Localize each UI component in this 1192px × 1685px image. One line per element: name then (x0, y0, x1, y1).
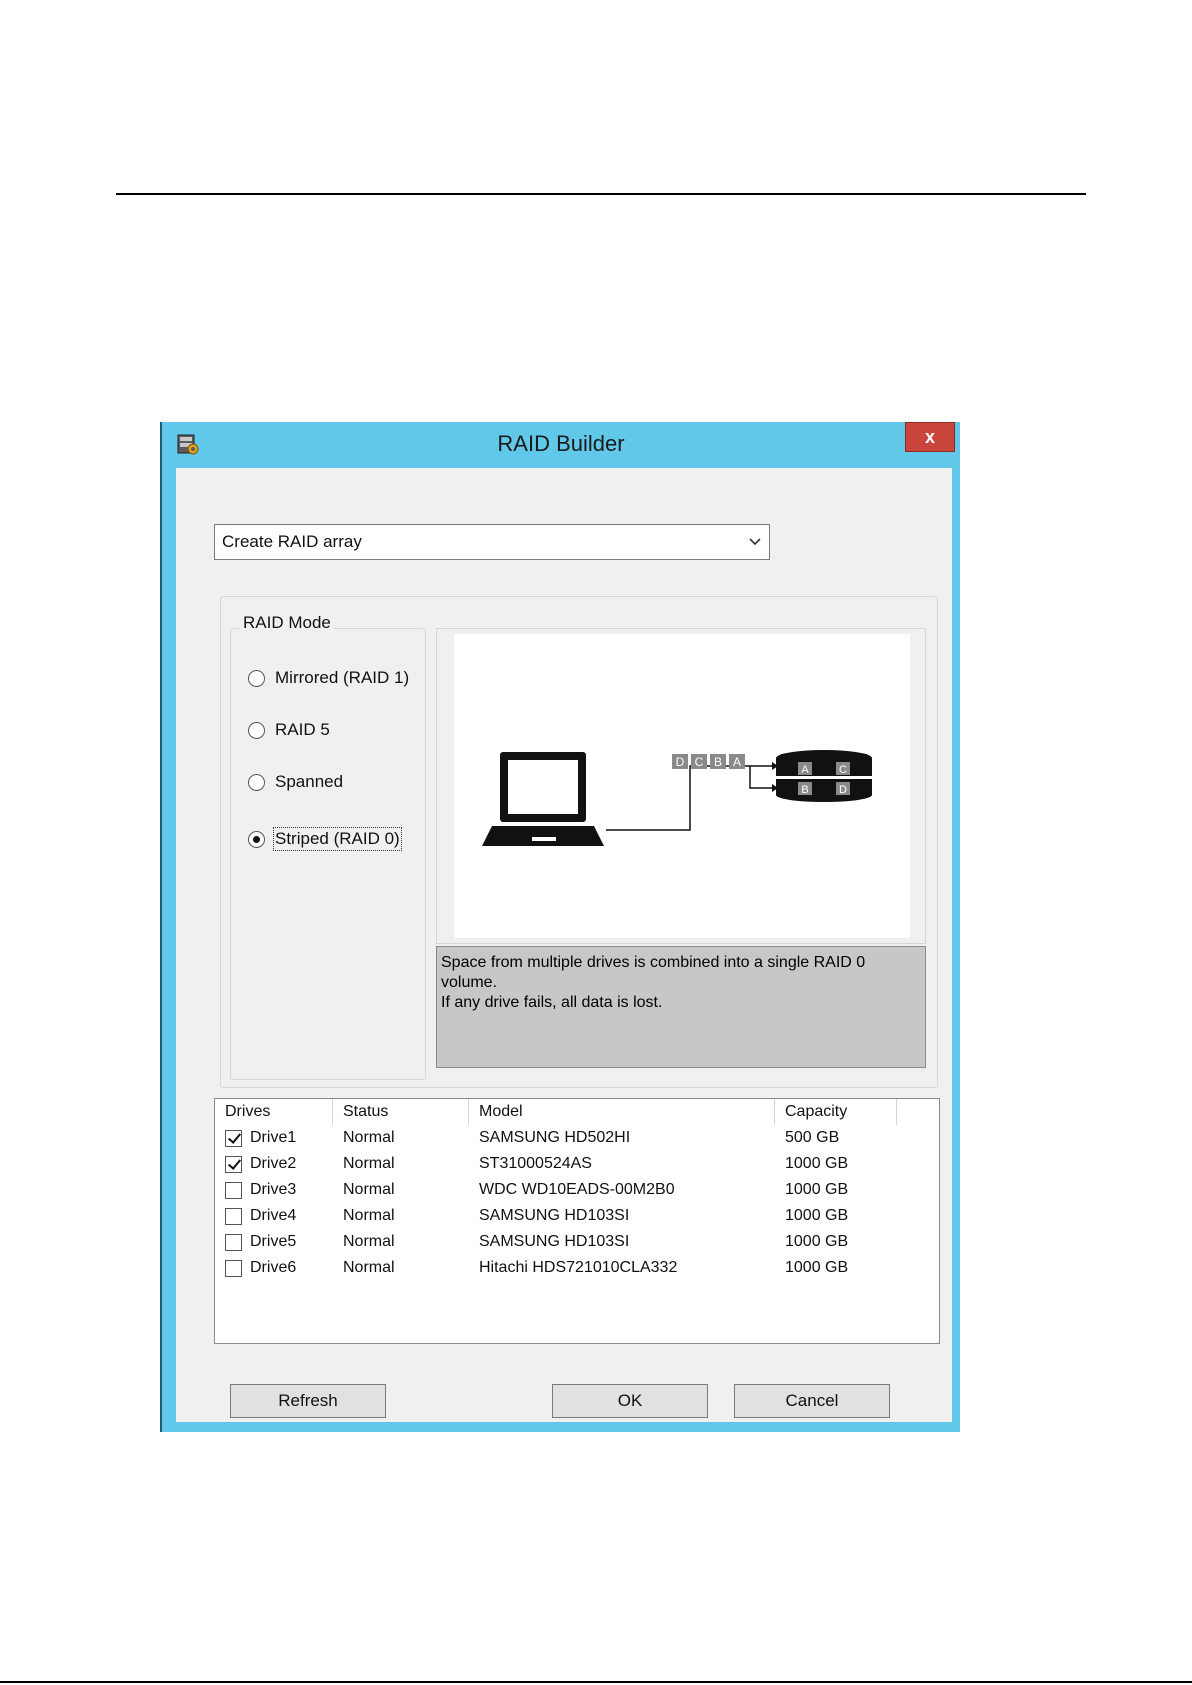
block-label: A (733, 755, 741, 769)
drive-model: Hitachi HDS721010CLA332 (479, 1259, 678, 1276)
table-row[interactable]: Drive5 Normal SAMSUNG HD103SI 1000 GB (215, 1229, 939, 1255)
drive-name: Drive4 (250, 1207, 297, 1224)
drive-checkbox[interactable] (225, 1156, 242, 1173)
block-label: C (695, 755, 704, 769)
disk-block-label: B (801, 784, 808, 796)
mode-description: Space from multiple drives is combined i… (436, 946, 926, 1068)
refresh-button[interactable]: Refresh (230, 1384, 386, 1418)
drive-checkbox[interactable] (225, 1182, 242, 1199)
radio-button[interactable] (248, 670, 265, 687)
drive-model: ST31000524AS (479, 1155, 592, 1172)
top-rule (116, 193, 1086, 195)
drive-checkbox[interactable] (225, 1234, 242, 1251)
drive-status: Normal (343, 1181, 395, 1198)
column-header-model[interactable]: Model (469, 1099, 775, 1125)
drive-model: SAMSUNG HD502HI (479, 1129, 631, 1146)
table-row[interactable]: Drive2 Normal ST31000524AS 1000 GB (215, 1151, 939, 1177)
laptop-icon (482, 752, 604, 846)
radio-button-selected[interactable] (248, 831, 265, 848)
drive-capacity: 1000 GB (785, 1259, 849, 1276)
raid-diagram: D C B A A C B D (454, 634, 910, 938)
drive-name: Drive3 (250, 1181, 297, 1198)
chevron-down-icon (749, 538, 761, 546)
drive-capacity: 500 GB (785, 1129, 840, 1146)
description-line: Space from multiple drives is combined i… (441, 954, 866, 991)
drive-checkbox[interactable] (225, 1260, 242, 1277)
drive-model: SAMSUNG HD103SI (479, 1233, 630, 1250)
drive-capacity: 1000 GB (785, 1155, 849, 1172)
drive-capacity: 1000 GB (785, 1181, 849, 1198)
drive-status: Normal (343, 1233, 395, 1250)
drive-status: Normal (343, 1207, 395, 1224)
description-line: If any drive fails, all data is lost. (441, 994, 663, 1011)
table-row[interactable]: Drive1 Normal SAMSUNG HD502HI 500 GB (215, 1125, 939, 1151)
disk-stack-icon: A C B D (776, 750, 872, 802)
data-path-line (749, 766, 772, 789)
table-row[interactable]: Drive6 Normal Hitachi HDS721010CLA332 10… (215, 1255, 939, 1281)
drive-checkbox[interactable] (225, 1208, 242, 1225)
disk-block-label: A (801, 764, 809, 776)
drive-name: Drive6 (250, 1259, 297, 1276)
operation-select-value: Create RAID array (222, 532, 362, 551)
drive-name: Drive1 (250, 1129, 297, 1146)
radio-label: RAID 5 (275, 720, 330, 739)
title-bar[interactable]: RAID Builder x (162, 422, 960, 466)
bottom-rule (0, 1681, 1192, 1683)
column-header-capacity[interactable]: Capacity (775, 1099, 897, 1125)
table-row[interactable]: Drive4 Normal SAMSUNG HD103SI 1000 GB (215, 1203, 939, 1229)
radio-label: Spanned (275, 772, 344, 791)
raid-mode-group (230, 628, 426, 1080)
raid-mode-legend: RAID Mode (240, 613, 334, 633)
table-row[interactable]: Drive3 Normal WDC WD10EADS-00M2B0 1000 G… (215, 1177, 939, 1203)
dialog-body: Create RAID array RAID Mode Mirrored (RA… (176, 468, 952, 1422)
radio-label: Striped (RAID 0) (273, 827, 402, 851)
drive-capacity: 1000 GB (785, 1207, 849, 1224)
drive-name: Drive5 (250, 1233, 297, 1250)
disk-block-label: D (839, 784, 847, 796)
drive-model: SAMSUNG HD103SI (479, 1207, 630, 1224)
drive-model: WDC WD10EADS-00M2B0 (479, 1181, 675, 1198)
block-label: B (714, 755, 722, 769)
close-button[interactable]: x (905, 422, 955, 452)
raid-builder-window: RAID Builder x Create RAID array RAID Mo… (160, 422, 960, 1432)
cancel-button[interactable]: Cancel (734, 1384, 890, 1418)
data-path-line (606, 765, 772, 831)
window-title: RAID Builder (497, 431, 625, 456)
drive-status: Normal (343, 1155, 395, 1172)
drive-status: Normal (343, 1259, 395, 1276)
block-label: D (676, 755, 685, 769)
drive-status: Normal (343, 1129, 395, 1146)
drive-capacity: 1000 GB (785, 1233, 849, 1250)
radio-label: Mirrored (RAID 1) (275, 668, 410, 687)
column-header-status[interactable]: Status (333, 1099, 469, 1125)
drive-checkbox[interactable] (225, 1130, 242, 1147)
drives-list[interactable]: Drives Status Model Capacity Drive1 Norm… (214, 1098, 940, 1344)
disk-block-label: C (839, 764, 847, 776)
radio-button[interactable] (248, 722, 265, 739)
ok-button[interactable]: OK (552, 1384, 708, 1418)
radio-button[interactable] (248, 774, 265, 791)
column-header-drives[interactable]: Drives (215, 1099, 333, 1125)
drive-name: Drive2 (250, 1155, 297, 1172)
operation-select[interactable]: Create RAID array (214, 524, 770, 560)
